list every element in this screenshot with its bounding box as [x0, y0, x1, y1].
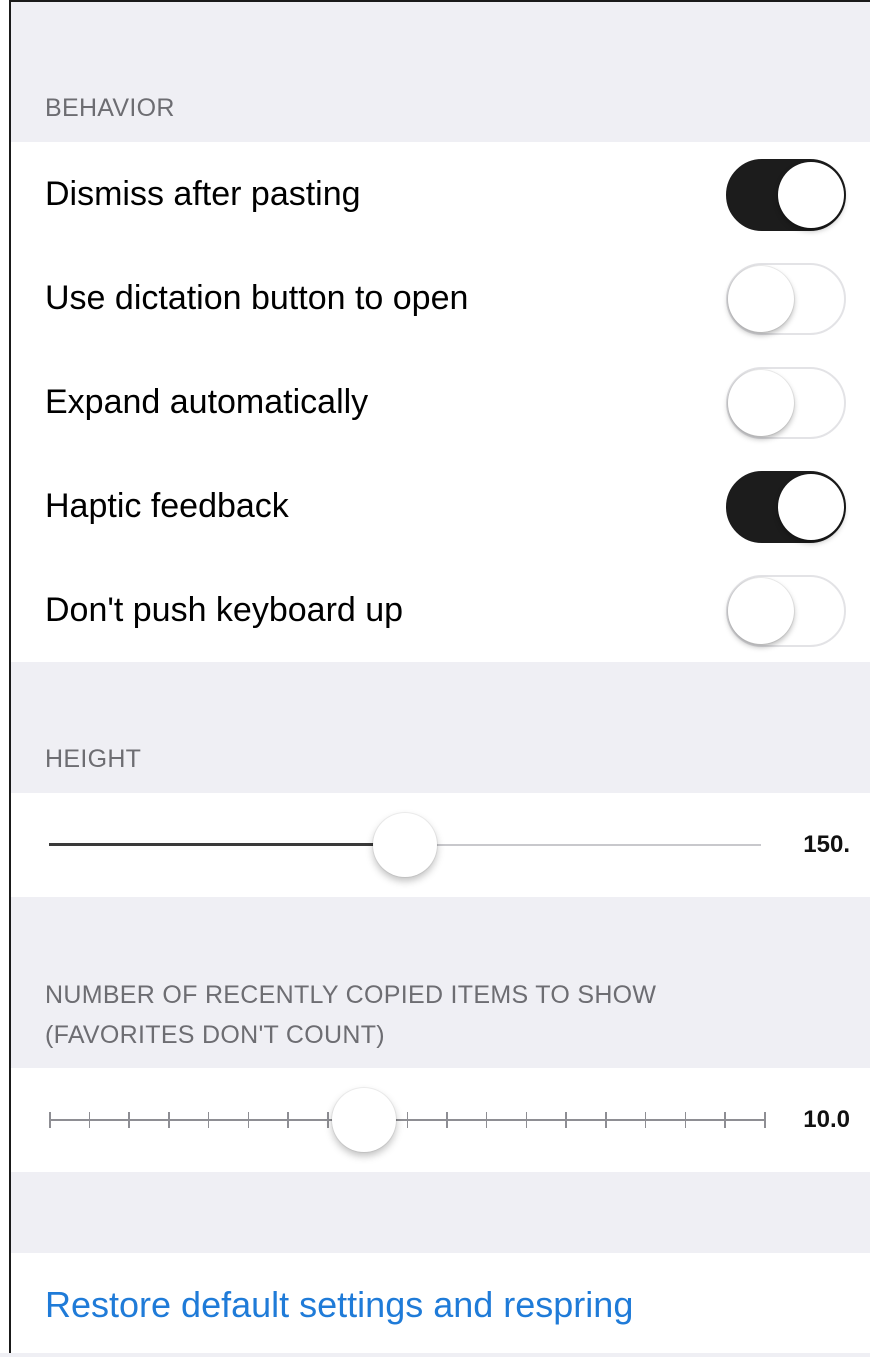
toggle-knob: [728, 266, 794, 332]
behavior-section-header: BEHAVIOR: [45, 94, 175, 122]
slider-tick: [764, 1112, 766, 1128]
slider-tick: [128, 1112, 130, 1128]
slider-tick: [327, 1112, 329, 1128]
slider-tick: [684, 1112, 687, 1128]
slider-tick: [605, 1112, 607, 1128]
toggle-knob: [778, 474, 844, 540]
settings-page: BEHAVIOR Dismiss after pasting Use dicta…: [11, 2, 870, 1353]
use-dictation-button-row: Use dictation button to open: [11, 246, 870, 350]
expand-automatically-toggle[interactable]: [726, 367, 846, 439]
slider-tick: [565, 1112, 567, 1128]
expand-automatically-label: Expand automatically: [45, 383, 369, 421]
dont-push-keyboard-up-toggle[interactable]: [726, 575, 846, 647]
slider-tick: [644, 1112, 647, 1128]
slider-tick: [287, 1112, 289, 1128]
height-section-header: HEIGHT: [45, 745, 142, 773]
dismiss-after-pasting-toggle[interactable]: [726, 159, 846, 231]
expand-automatically-row: Expand automatically: [11, 350, 870, 454]
restore-group: Restore default settings and respring: [11, 1253, 870, 1353]
height-slider-thumb[interactable]: [373, 813, 437, 877]
toggle-knob: [728, 578, 794, 644]
recent-items-header-line2: (FAVORITES DON'T COUNT): [45, 1021, 385, 1049]
slider-tick: [207, 1112, 210, 1128]
use-dictation-button-label: Use dictation button to open: [45, 279, 469, 317]
toggle-knob: [728, 370, 794, 436]
haptic-feedback-label: Haptic feedback: [45, 487, 289, 525]
dont-push-keyboard-up-label: Don't push keyboard up: [45, 591, 404, 629]
use-dictation-button-toggle[interactable]: [726, 263, 846, 335]
recent-items-header-line1: NUMBER OF RECENTLY COPIED ITEMS TO SHOW: [45, 981, 657, 1009]
haptic-feedback-toggle[interactable]: [726, 471, 846, 543]
slider-tick: [724, 1112, 726, 1128]
slider-tick: [88, 1112, 91, 1128]
height-slider-fill: [49, 843, 405, 846]
recent-items-group: 10.0: [11, 1068, 870, 1172]
slider-tick: [446, 1112, 448, 1128]
behavior-group: Dismiss after pasting Use dictation butt…: [11, 142, 870, 662]
recent-items-value: 10.0: [803, 1106, 850, 1133]
slider-tick: [49, 1112, 51, 1128]
dont-push-keyboard-up-row: Don't push keyboard up: [11, 558, 870, 662]
screenshot-frame-left: [0, 0, 11, 1353]
height-group: 150.: [11, 793, 870, 897]
slider-tick: [168, 1112, 170, 1128]
dismiss-after-pasting-label: Dismiss after pasting: [45, 175, 361, 213]
dismiss-after-pasting-row: Dismiss after pasting: [11, 142, 870, 246]
height-value: 150.: [803, 831, 850, 858]
recent-items-slider-thumb[interactable]: [331, 1088, 396, 1152]
recent-items-slider[interactable]: 10.0: [11, 1068, 870, 1172]
slider-tick: [485, 1112, 488, 1128]
height-slider[interactable]: 150.: [11, 793, 870, 897]
restore-default-settings-button[interactable]: Restore default settings and respring: [45, 1253, 633, 1357]
slider-tick: [247, 1112, 250, 1128]
haptic-feedback-row: Haptic feedback: [11, 454, 870, 558]
slider-tick: [525, 1112, 528, 1128]
slider-tick: [406, 1112, 408, 1128]
toggle-knob: [778, 162, 844, 228]
